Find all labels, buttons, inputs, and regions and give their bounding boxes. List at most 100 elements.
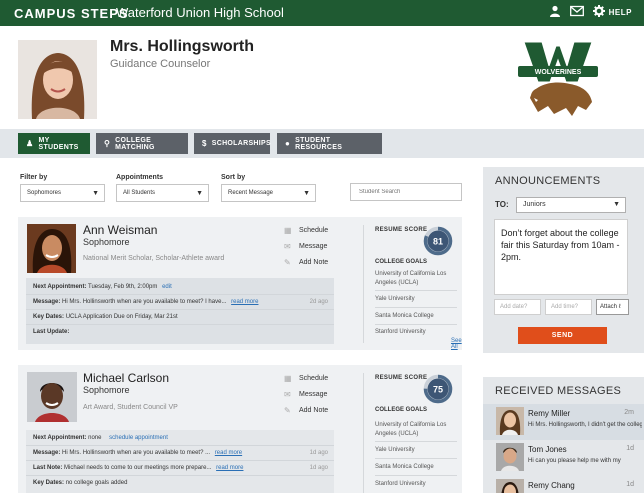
schedule-button[interactable]: ▦ Schedule [284, 226, 328, 235]
announcement-textarea[interactable]: Don’t forget about the college fair this… [494, 219, 628, 295]
brand-logo[interactable]: CAMPUS STEPS [14, 6, 129, 21]
goal-separator [375, 475, 457, 476]
students-icon: ♟ [26, 139, 34, 148]
mail-icon[interactable] [570, 5, 584, 17]
received-messages-panel: RECEIVED MESSAGES Remy Miller 2m Hi Mrs.… [483, 377, 644, 493]
message-row: Message: Hi Mrs. Hollinsworth when are y… [33, 450, 243, 456]
student-search-input[interactable] [350, 183, 462, 201]
help-link[interactable]: HELP [609, 8, 632, 17]
add-time-input[interactable]: Add time? [545, 299, 592, 315]
row-separator [26, 475, 334, 476]
message-button[interactable]: ✉ Message [284, 242, 327, 251]
row-separator [26, 460, 334, 461]
appointments-select[interactable]: All Students ▼ [116, 184, 209, 202]
sender-name: Tom Jones [528, 445, 567, 454]
chevron-down-icon: ▼ [92, 190, 99, 197]
appointments-label: Appointments [116, 174, 164, 181]
college-goals-label: COLLEGE GOALS [375, 259, 428, 265]
row-separator [26, 294, 334, 295]
key-dates-row: Key Dates: no college goals added [33, 480, 128, 486]
announcements-panel: ANNOUNCEMENTS TO: Juniors ▼ Don’t forget … [483, 167, 644, 353]
resume-score-gauge: 75 [423, 374, 453, 404]
send-button[interactable]: SEND [518, 327, 607, 344]
sender-name: Remy Miller [528, 409, 571, 418]
college-goal-item: University of California Los Angeles (UC… [375, 422, 447, 437]
schedule-button[interactable]: ▦ Schedule [284, 374, 328, 383]
main-nav: ♟ MY STUDENTS ⚲ COLLEGE MATCHING $ SCHOL… [0, 129, 644, 158]
add-note-button[interactable]: ✎ Add Note [284, 258, 328, 267]
goal-separator [375, 441, 457, 442]
student-name[interactable]: Michael Carlson [83, 371, 169, 385]
resume-score-gauge: 81 [423, 226, 453, 256]
dollar-icon: $ [202, 139, 207, 148]
tab-my-students[interactable]: ♟ MY STUDENTS [18, 133, 90, 154]
edit-appointment-link[interactable]: edit [162, 284, 172, 290]
add-date-input[interactable]: Add date? [494, 299, 541, 315]
message-time: 1d [626, 445, 634, 452]
recipient-select[interactable]: Juniors ▼ [516, 197, 626, 213]
message-preview: Hi can you please help me with my [528, 458, 621, 464]
tab-student-resources[interactable]: ● STUDENT RESOURCES [277, 133, 382, 154]
avatar [496, 407, 524, 435]
college-goal-item: Santa Monica College [375, 313, 434, 319]
message-item[interactable]: Remy Chang 1d [483, 476, 644, 493]
read-more-link[interactable]: read more [231, 299, 258, 305]
student-name[interactable]: Ann Weisman [83, 223, 157, 237]
message-row: Message: Hi Mrs. Hollinsworth when are y… [33, 299, 259, 305]
student-photo[interactable] [27, 372, 77, 422]
college-goal-item: Yale University [375, 447, 415, 453]
read-more-link[interactable]: read more [216, 465, 243, 471]
gear-icon[interactable] [593, 5, 605, 17]
college-goal-item: University of California Los Angeles (UC… [375, 271, 447, 286]
received-messages-title: RECEIVED MESSAGES [495, 385, 622, 397]
sort-by-label: Sort by [221, 174, 246, 181]
message-item[interactable]: Tom Jones 1d Hi can you please help me w… [483, 440, 644, 476]
row-separator [26, 309, 334, 310]
student-info-panel: Next Appointment: none schedule appointm… [26, 430, 334, 493]
avatar [496, 479, 524, 493]
see-all-goals-link[interactable]: See All [451, 338, 462, 350]
to-label: TO: [495, 200, 509, 209]
college-goals-label: COLLEGE GOALS [375, 407, 428, 413]
filter-by-label: Filter by [20, 174, 48, 181]
student-awards: National Merit Scholar, Scholar-Athlete … [83, 255, 225, 262]
pencil-icon: ✎ [284, 258, 291, 267]
college-goal-item: Stanford University [375, 481, 426, 487]
user-icon[interactable] [549, 5, 561, 17]
svg-text:WOLVERINES: WOLVERINES [535, 69, 582, 76]
college-goal-item: Stanford University [375, 329, 426, 335]
announcements-title: ANNOUNCEMENTS [495, 175, 601, 187]
message-item[interactable]: Remy Miller 2m Hi Mrs. Hollingsworth, I … [483, 404, 644, 440]
last-note-row: Last Note: Michael needs to come to our … [33, 465, 244, 471]
resume-score-label: RESUME SCORE [375, 227, 428, 233]
message-button[interactable]: ✉ Message [284, 390, 327, 399]
card-divider [363, 373, 364, 493]
envelope-icon: ✉ [284, 242, 291, 251]
add-note-button[interactable]: ✎ Add Note [284, 406, 328, 415]
filter-by-select[interactable]: Sophomores ▼ [20, 184, 105, 202]
counselor-photo [18, 40, 97, 119]
goal-separator [375, 324, 457, 325]
goal-separator [375, 307, 457, 308]
next-appointment-row: Next Appointment: none schedule appointm… [33, 435, 168, 441]
student-info-panel: Next Appointment: Tuesday, Feb 9th, 2:00… [26, 278, 334, 344]
tab-scholarships[interactable]: $ SCHOLARSHIPS [194, 133, 271, 154]
school-mascot-logo: WOLVERINES [516, 40, 600, 124]
goal-separator [375, 458, 457, 459]
student-photo[interactable] [27, 224, 76, 273]
sort-by-select[interactable]: Recent Message ▼ [221, 184, 316, 202]
goal-separator [375, 290, 457, 291]
svg-text:75: 75 [433, 385, 443, 395]
resume-score-label: RESUME SCORE [375, 375, 428, 381]
attach-button[interactable]: Attach ℓ [596, 299, 629, 315]
tab-college-matching[interactable]: ⚲ COLLEGE MATCHING [96, 133, 188, 154]
schedule-appointment-link[interactable]: schedule appointment [109, 435, 168, 441]
avatar [496, 443, 524, 471]
student-grade: Sophomore [83, 385, 130, 395]
message-time: 1d [626, 481, 634, 488]
calendar-icon: ▦ [284, 226, 292, 235]
counselor-name: Mrs. Hollingsworth [110, 38, 254, 55]
chevron-down-icon: ▼ [303, 190, 310, 197]
read-more-link[interactable]: read more [215, 450, 242, 456]
paperclip-icon: ℓ [618, 304, 621, 310]
